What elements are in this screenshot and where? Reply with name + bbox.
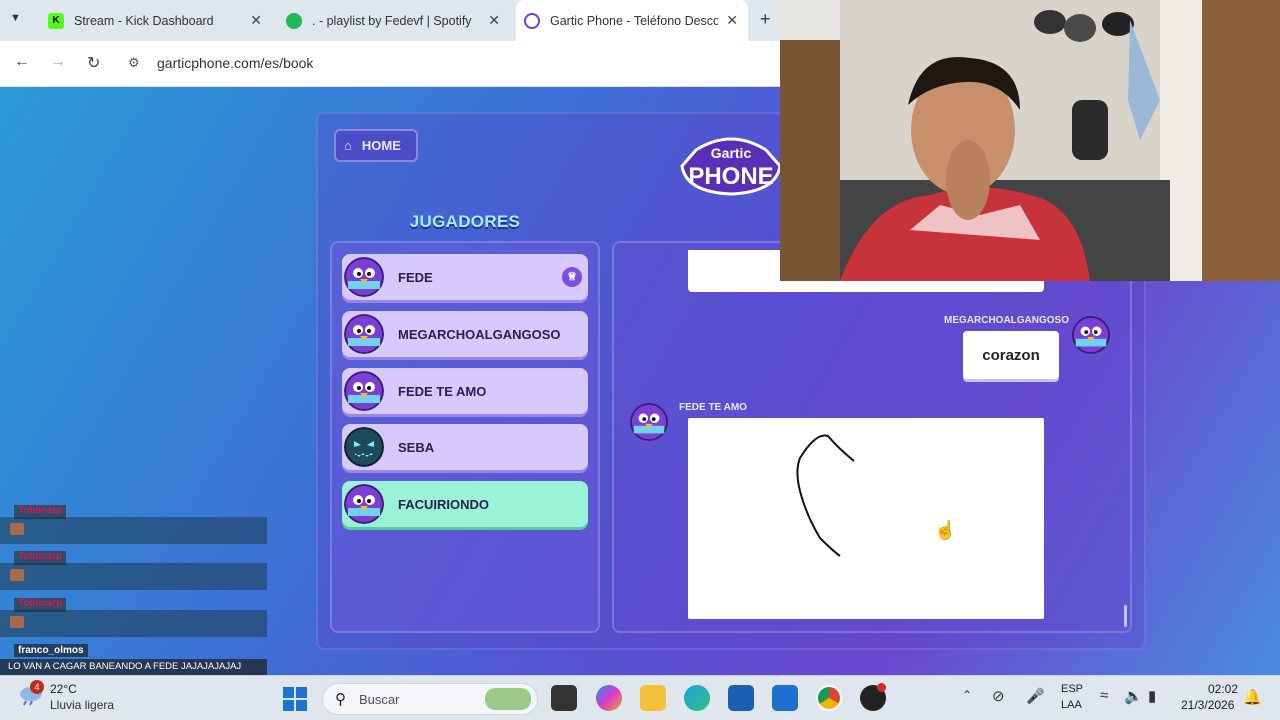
taskbar-search[interactable]: ⚲ Buscar xyxy=(322,683,538,715)
wifi-icon[interactable]: ≈ xyxy=(1100,687,1108,704)
address-bar: ← → ↻ ⚙ garticphone.com/es/book xyxy=(0,41,780,87)
chat-username: Tobiicarp xyxy=(14,598,67,612)
battery-icon[interactable]: ▮ xyxy=(1148,687,1156,705)
tab-search-dropdown-icon[interactable]: ▼ xyxy=(10,12,21,24)
message-author: MEGARCHOALGANGOSO xyxy=(944,315,1069,326)
edge-icon[interactable] xyxy=(684,685,710,711)
message-author: FEDE TE AMO xyxy=(679,402,747,413)
windows-start-icon[interactable] xyxy=(283,687,307,711)
tab-gartic-phone[interactable]: Gartic Phone - Teléfono Descon ✕ xyxy=(516,0,748,41)
kick-icon: K xyxy=(48,12,64,29)
back-icon[interactable]: ← xyxy=(14,53,30,71)
gartic-phone-logo: Gartic PHONE xyxy=(680,137,782,196)
purple-bird-avatar xyxy=(344,484,384,524)
player-row: SEBA xyxy=(342,424,588,470)
url-field[interactable]: garticphone.com/es/book xyxy=(157,55,313,71)
microphone-icon[interactable]: 🎤 xyxy=(1026,687,1045,705)
player-name: MEGARCHOALGANGOSO xyxy=(398,326,561,342)
chat-username: Tobiicarp xyxy=(14,551,67,565)
dark-monster-avatar xyxy=(344,427,384,467)
volume-icon[interactable]: 🔈 xyxy=(1124,687,1143,705)
clock-date[interactable]: 21/3/2026 xyxy=(1181,698,1234,712)
purple-bird-avatar xyxy=(344,257,384,297)
svg-text:Gartic: Gartic xyxy=(711,145,752,161)
player-drawing xyxy=(688,418,1044,619)
close-tab-icon[interactable]: ✕ xyxy=(488,12,500,29)
close-tab-icon[interactable]: ✕ xyxy=(726,12,738,29)
message-text-bubble: corazon xyxy=(963,331,1059,379)
chat-emote-icon xyxy=(10,616,24,628)
tab-title: Gartic Phone - Teléfono Descon xyxy=(550,13,718,28)
tab-spotify[interactable]: . - playlist by Fedevf | Spotify ✕ xyxy=(278,0,510,41)
keyboard-layout[interactable]: LAA xyxy=(1061,699,1082,711)
player-row: FEDE ♕ xyxy=(342,254,588,300)
stream-chat-line xyxy=(0,563,267,590)
chat-emote-icon xyxy=(10,523,24,535)
chat-message: LO VAN A CAGAR BANEANDO A FEDE JAJAJAJAJ… xyxy=(0,659,267,675)
recording-dot-icon xyxy=(877,683,886,692)
weather-temperature[interactable]: 22°C xyxy=(50,682,77,696)
clock-time[interactable]: 02:02 xyxy=(1208,682,1238,696)
weather-badge: 4 xyxy=(30,680,44,694)
host-crown-icon: ♕ xyxy=(562,267,582,287)
player-name: FEDE xyxy=(398,269,433,285)
chat-username: Tobiicarp xyxy=(14,505,67,519)
player-name: FEDE TE AMO xyxy=(398,383,487,399)
file-explorer-icon[interactable] xyxy=(640,685,666,711)
search-placeholder: Buscar xyxy=(359,692,400,707)
home-icon: ⌂ xyxy=(344,138,352,153)
spotify-icon xyxy=(286,12,302,29)
player-name: SEBA xyxy=(398,439,435,455)
purple-bird-avatar xyxy=(344,314,384,354)
stream-chat-line xyxy=(0,610,267,637)
notification-bell-icon[interactable]: 🔔 xyxy=(1243,688,1262,706)
weather-condition[interactable]: Lluvia ligera xyxy=(50,698,114,712)
browser-tab-bar: ▼ K Stream - Kick Dashboard ✕ . - playli… xyxy=(0,0,780,41)
microsoft-store-icon[interactable] xyxy=(728,685,754,711)
keyboard-language[interactable]: ESP xyxy=(1061,683,1083,695)
purple-bird-avatar xyxy=(344,371,384,411)
player-row-active: FACUIRIONDO xyxy=(342,481,588,527)
show-hidden-icons-chevron-icon[interactable]: ⌃ xyxy=(962,688,972,702)
copilot-icon[interactable] xyxy=(596,685,622,711)
forward-icon[interactable]: → xyxy=(50,53,66,71)
site-info-icon[interactable]: ⚙ xyxy=(128,55,140,71)
network-off-icon[interactable]: ⊘ xyxy=(992,687,1005,705)
chat-username: franco_olmos xyxy=(14,644,88,657)
search-icon: ⚲ xyxy=(335,691,346,708)
reload-icon[interactable]: ↻ xyxy=(87,53,100,73)
player-row: FEDE TE AMO xyxy=(342,368,588,414)
gartic-icon xyxy=(524,12,540,29)
album-scrollbar[interactable] xyxy=(1124,605,1127,627)
tab-kick-dashboard[interactable]: K Stream - Kick Dashboard ✕ xyxy=(40,0,272,41)
windows-taskbar: 4 22°C Lluvia ligera ⚲ Buscar ⌃ ⊘ 🎤 ESP … xyxy=(0,675,1280,720)
close-tab-icon[interactable]: ✕ xyxy=(250,12,262,29)
player-row: MEGARCHOALGANGOSO xyxy=(342,311,588,357)
new-tab-icon[interactable]: + xyxy=(760,9,771,30)
purple-bird-avatar xyxy=(1072,316,1110,354)
hand-cursor-icon: ☝ xyxy=(934,520,957,540)
home-label: HOME xyxy=(361,138,401,153)
tab-title: Stream - Kick Dashboard xyxy=(74,13,214,28)
purple-bird-avatar xyxy=(630,403,668,441)
search-highlight-icon xyxy=(485,688,531,710)
players-title: JUGADORES xyxy=(409,212,521,231)
player-name: FACUIRIONDO xyxy=(398,496,489,512)
outlook-icon[interactable] xyxy=(772,685,798,711)
chrome-icon[interactable] xyxy=(816,685,842,711)
webcam-overlay xyxy=(780,0,1280,281)
stream-chat-line xyxy=(0,517,267,544)
task-view-icon[interactable] xyxy=(551,685,577,711)
svg-text:PHONE: PHONE xyxy=(688,163,773,190)
chat-emote-icon xyxy=(10,569,24,581)
home-button[interactable]: ⌂ HOME xyxy=(334,129,418,162)
tab-title: . - playlist by Fedevf | Spotify xyxy=(312,13,472,28)
